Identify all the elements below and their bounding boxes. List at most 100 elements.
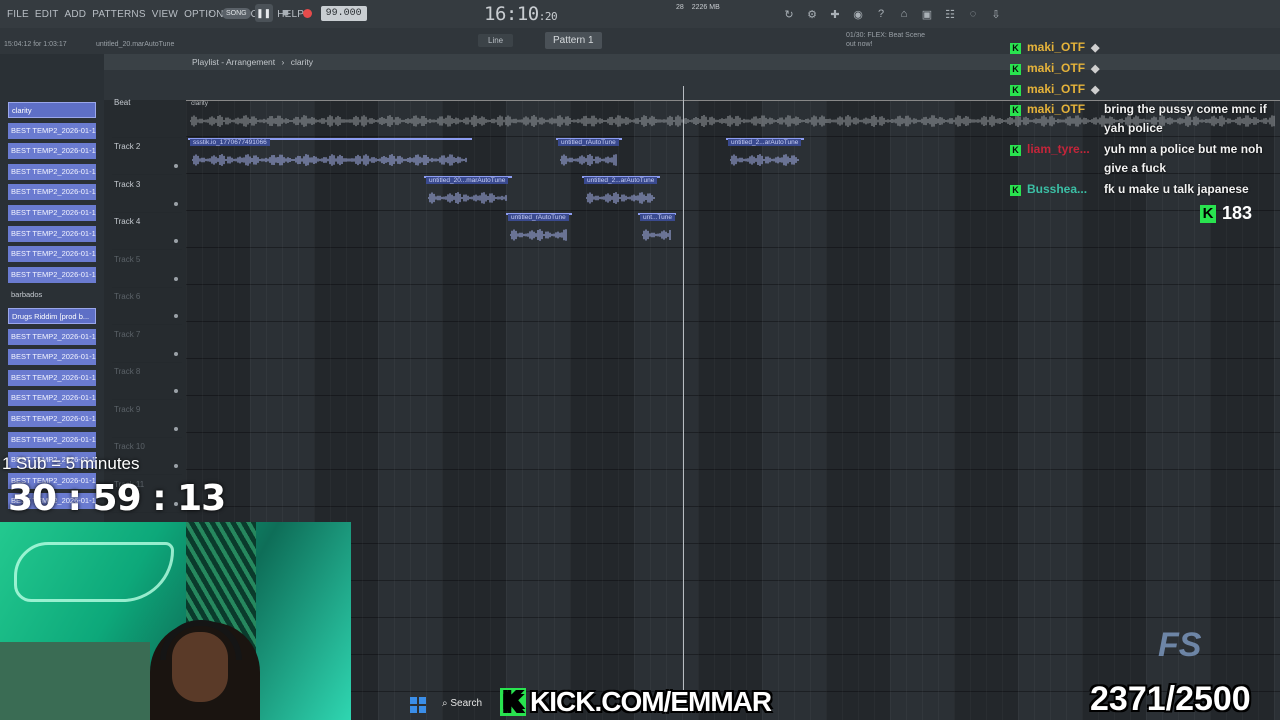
track-header[interactable]: Track 6 [112,288,182,325]
emote-icon: ◆ [1091,63,1100,75]
browser-item[interactable]: BEST TEMP2_2026-01-16... [8,431,96,448]
chat-username: maki_OTF [1027,82,1086,96]
mixer-icon[interactable]: ⚙ [803,5,821,23]
browser-item[interactable]: BEST TEMP2_2026-01-16... [8,246,96,263]
browser-item[interactable]: Drugs Riddim [prod b... [8,308,96,324]
track-mute-dot[interactable] [174,314,178,318]
audio-clip[interactable]: untitled_rAutoTune [556,138,622,174]
chat-username: liam_tyre... [1027,142,1090,156]
waveform [428,191,507,204]
track-mute-dot[interactable] [174,464,178,468]
cart-icon[interactable]: ⌂ [895,5,913,23]
menu-view[interactable]: VIEW [149,9,181,20]
snap-select[interactable]: Line [478,34,514,47]
webcam-neon-light [14,542,174,602]
news-ticker[interactable]: 01/30: FLEX: Beat Scene out now! [846,31,925,49]
browser-folder[interactable]: barbados [8,287,96,303]
track-header[interactable]: Track 3 [112,176,182,213]
track-mute-dot[interactable] [174,351,178,356]
clip-label: untitled_2...arAutoTune [728,139,802,146]
tempo-display[interactable]: 99.000 [320,5,367,21]
audio-clip[interactable]: untitled_2...arAutoTune [726,138,804,174]
menu-file[interactable]: FILE [4,9,32,20]
current-file-name: untitled_20.marAutoTune [96,41,175,48]
pattern-selector[interactable]: Pattern 1 [545,32,602,49]
refresh-icon[interactable]: ↻ [780,5,798,23]
stop-button[interactable]: ■ [277,4,295,22]
export-icon[interactable]: ⇩ [987,5,1005,23]
record-icon [303,8,313,18]
track-header[interactable]: Track 9 [112,401,182,438]
hint-text: 15:04:12 for 1:03:17 [4,41,67,48]
browser-item[interactable]: BEST TEMP2_2026-01-16... [8,184,96,201]
track-header[interactable]: Track 5 [112,251,182,288]
audio-clip[interactable]: ssstik.io_1770677491066 [188,138,472,174]
waveform [510,229,567,241]
browser-item[interactable]: BEST TEMP2_2026-01-16... [8,411,96,427]
kick-badge-icon: K [1010,145,1021,156]
waveform [586,191,655,204]
chat-message: Kmaki_OTF ◆ [1010,61,1278,75]
clip-label: clarity [191,100,208,107]
audio-clip[interactable]: untitled_rAutoTune [506,213,572,249]
waveform [560,154,617,166]
help-icon[interactable]: ? [872,5,890,23]
browser-item[interactable]: BEST TEMP2_2026-01-16... [8,390,96,407]
track-name: Track 10 [114,442,145,451]
track-mute-dot[interactable] [174,201,178,206]
browser-item[interactable]: BEST TEMP2_2026-01-16... [8,328,96,345]
audio-clip[interactable]: untitled_2...arAutoTune [582,175,660,212]
toolbar-icons: ↻ ⚙ ✚ ◉ ? ⌂ ▣ ☷ ◌ ⇩ [780,5,1005,23]
save-icon[interactable]: ▣ [918,5,936,23]
arrangement-name[interactable]: clarity [291,57,313,67]
browser-item[interactable]: BEST TEMP2_2026-01-16... [8,205,96,221]
browser-item[interactable]: BEST TEMP2_2026-01-16... [8,266,96,283]
browser-item[interactable]: BEST TEMP2_2026-01-16... [8,225,96,242]
emote-icon: ◆ [1091,84,1100,96]
browser-item[interactable]: clarity [8,102,96,118]
subathon-timer: 30 : 59 : 13 [8,478,226,519]
transport-panel: ◔ SONG ❚❚ ■ 99.000 [200,4,367,22]
track-header[interactable]: Track 4 [112,213,182,250]
mic-icon[interactable]: ◉ [849,5,867,23]
webcam-bed [0,642,150,720]
news-line-1: 01/30: FLEX: Beat Scene [846,32,925,39]
kick-badge-icon: K [1010,64,1021,75]
play-button[interactable]: ❚❚ [254,4,273,22]
playhead[interactable] [683,86,684,690]
browser-item[interactable]: BEST TEMP2_2026-01-16... [8,163,96,180]
taskbar-search[interactable]: ⌕ Search [442,698,482,709]
track-mute-dot[interactable] [174,276,178,281]
song-mode-toggle[interactable]: SONG [222,7,251,19]
record-button[interactable] [299,4,317,22]
kick-badge-icon: K [1010,185,1021,196]
track-name: Beat [114,98,131,107]
track-mute-dot[interactable] [174,164,178,168]
metronome-icon[interactable]: ◔ [200,4,218,22]
track-header[interactable]: Track 8 [112,363,182,400]
track-header[interactable]: Track 2 [112,138,182,175]
track-mute-dot[interactable] [174,426,178,431]
song-position-clock[interactable]: 16:10:20 [484,3,558,25]
menu-patterns[interactable]: PATTERNS [89,9,148,20]
windows-start-icon[interactable] [410,697,426,713]
browser-item[interactable]: BEST TEMP2_2026-01-16... [8,143,96,160]
menu-edit[interactable]: EDIT [32,9,62,20]
clip-label: untitled_rAutoTune [558,139,619,146]
chat-icon[interactable]: ◌ [964,5,982,23]
menu-add[interactable]: ADD [62,9,90,20]
channel-rack-icon[interactable]: ☷ [941,5,959,23]
track-mute-dot[interactable] [174,239,178,243]
kick-badge-icon: K [1010,105,1021,116]
memory-usage: 2226 MB [691,4,720,11]
audio-clip[interactable]: unt...Tune [638,213,676,249]
track-mute-dot[interactable] [174,389,178,393]
browser-item[interactable]: BEST TEMP2_2026-01-16... [8,349,96,366]
audio-clip[interactable]: untitled_20...marAutoTune [424,175,512,212]
webcam-feed [0,522,351,720]
track-header-beat[interactable]: Beat [112,98,182,138]
track-header[interactable]: Track 7 [112,326,182,363]
browser-item[interactable]: BEST TEMP2_2026-01-16... [8,369,96,386]
plugin-icon[interactable]: ✚ [826,5,844,23]
browser-item[interactable]: BEST TEMP2_2026-01-16... [8,122,96,139]
